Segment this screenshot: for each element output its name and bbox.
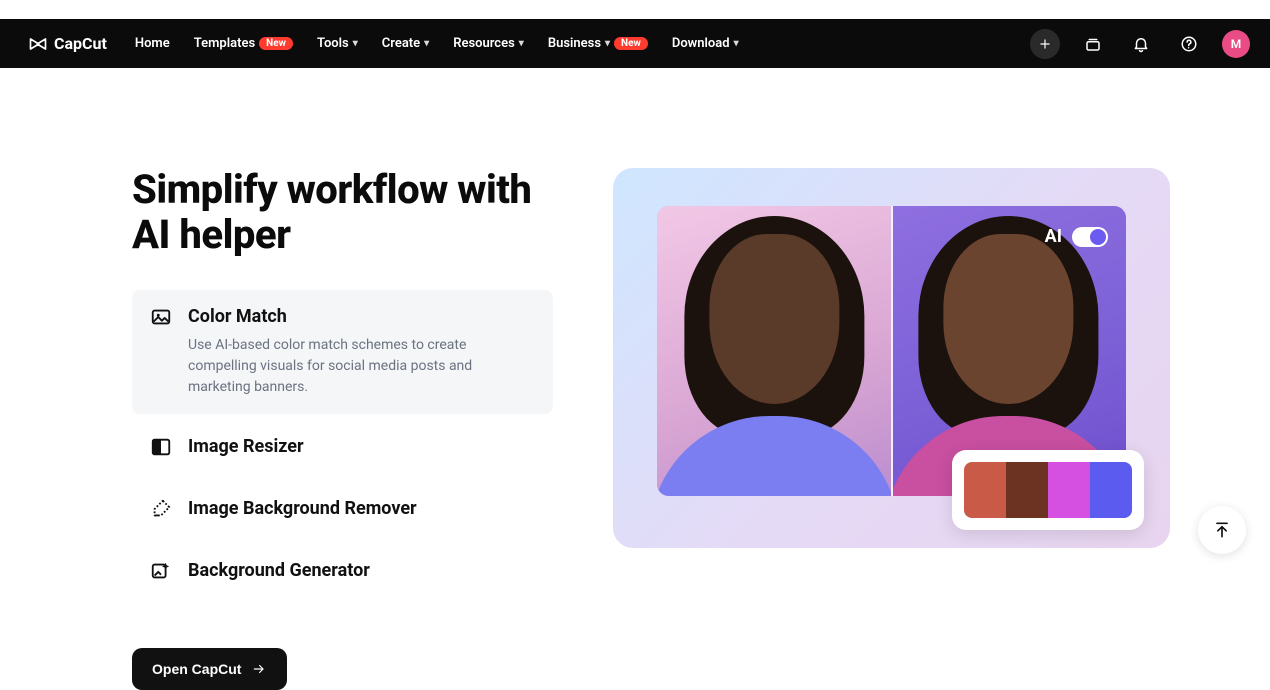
- image-resizer-icon: [150, 436, 172, 458]
- feature-image-resizer[interactable]: Image Resizer: [132, 418, 553, 476]
- nav-item-templates[interactable]: Templates New: [194, 36, 293, 51]
- nav-label: Resources: [453, 36, 515, 51]
- color-match-icon: [150, 306, 172, 328]
- nav-item-download[interactable]: Download ▾: [672, 36, 739, 51]
- chevron-down-icon: ▾: [519, 38, 524, 49]
- app-header: CapCut Home Templates New Tools ▾ Create…: [0, 19, 1270, 68]
- preview-before: [657, 206, 892, 496]
- feature-color-match[interactable]: Color Match Use AI-based color match sch…: [132, 290, 553, 414]
- back-to-top-button[interactable]: [1198, 506, 1246, 554]
- chevron-down-icon: ▾: [353, 38, 358, 49]
- brand-name: CapCut: [54, 34, 107, 53]
- nav-label: Business: [548, 36, 601, 51]
- feature-bg-generator[interactable]: Background Generator: [132, 542, 553, 600]
- swatch-1[interactable]: [964, 462, 1006, 518]
- create-button[interactable]: [1030, 29, 1060, 59]
- help-icon[interactable]: [1174, 29, 1204, 59]
- nav-label: Tools: [317, 36, 349, 51]
- swatch-4[interactable]: [1090, 462, 1132, 518]
- nav-item-home[interactable]: Home: [135, 36, 170, 51]
- feature-title: Background Generator: [188, 560, 370, 581]
- bg-remover-icon: [150, 498, 172, 520]
- feature-preview-card: AI: [613, 168, 1170, 548]
- projects-icon[interactable]: [1078, 29, 1108, 59]
- primary-nav: Home Templates New Tools ▾ Create ▾ Reso…: [135, 36, 739, 51]
- hero-left: Simplify workflow with AI helper Color M…: [132, 168, 553, 690]
- brand-logo[interactable]: CapCut: [28, 34, 107, 54]
- nav-item-resources[interactable]: Resources ▾: [453, 36, 524, 51]
- color-palette: [952, 450, 1144, 530]
- swatch-3[interactable]: [1048, 462, 1090, 518]
- feature-title: Image Resizer: [188, 436, 304, 457]
- feature-bg-remover[interactable]: Image Background Remover: [132, 480, 553, 538]
- swatch-2[interactable]: [1006, 462, 1048, 518]
- arrow-up-icon: [1212, 520, 1232, 540]
- nav-item-tools[interactable]: Tools ▾: [317, 36, 358, 51]
- chevron-down-icon: ▾: [734, 38, 739, 49]
- nav-item-create[interactable]: Create ▾: [382, 36, 429, 51]
- feature-list: Color Match Use AI-based color match sch…: [132, 290, 553, 600]
- nav-label: Download: [672, 36, 730, 51]
- feature-title: Color Match: [188, 306, 498, 327]
- nav-label: Templates: [194, 36, 255, 51]
- notifications-icon[interactable]: [1126, 29, 1156, 59]
- new-badge: New: [259, 37, 293, 50]
- nav-item-business[interactable]: Business ▾ New: [548, 36, 648, 51]
- arrow-right-icon: [251, 662, 267, 676]
- cta-label: Open CapCut: [152, 661, 241, 677]
- chevron-down-icon: ▾: [424, 38, 429, 49]
- hero-title: Simplify workflow with AI helper: [132, 168, 553, 258]
- new-badge: New: [614, 37, 648, 50]
- hero-section: Simplify workflow with AI helper Color M…: [0, 68, 1270, 690]
- feature-title: Image Background Remover: [188, 498, 417, 519]
- open-capcut-button[interactable]: Open CapCut: [132, 648, 287, 690]
- ai-toggle-label: AI: [1045, 226, 1062, 247]
- ai-toggle[interactable]: AI: [1045, 226, 1108, 247]
- nav-label: Create: [382, 36, 420, 51]
- nav-label: Home: [135, 36, 170, 51]
- toggle-switch-icon: [1072, 227, 1108, 247]
- chevron-down-icon: ▾: [605, 38, 610, 49]
- user-avatar[interactable]: M: [1222, 30, 1250, 58]
- brand-mark-icon: [28, 34, 48, 54]
- compare-divider[interactable]: [891, 206, 893, 496]
- bg-generator-icon: [150, 560, 172, 582]
- avatar-initial: M: [1231, 37, 1242, 51]
- header-actions: M: [1030, 29, 1250, 59]
- feature-desc: Use AI-based color match schemes to crea…: [188, 335, 498, 398]
